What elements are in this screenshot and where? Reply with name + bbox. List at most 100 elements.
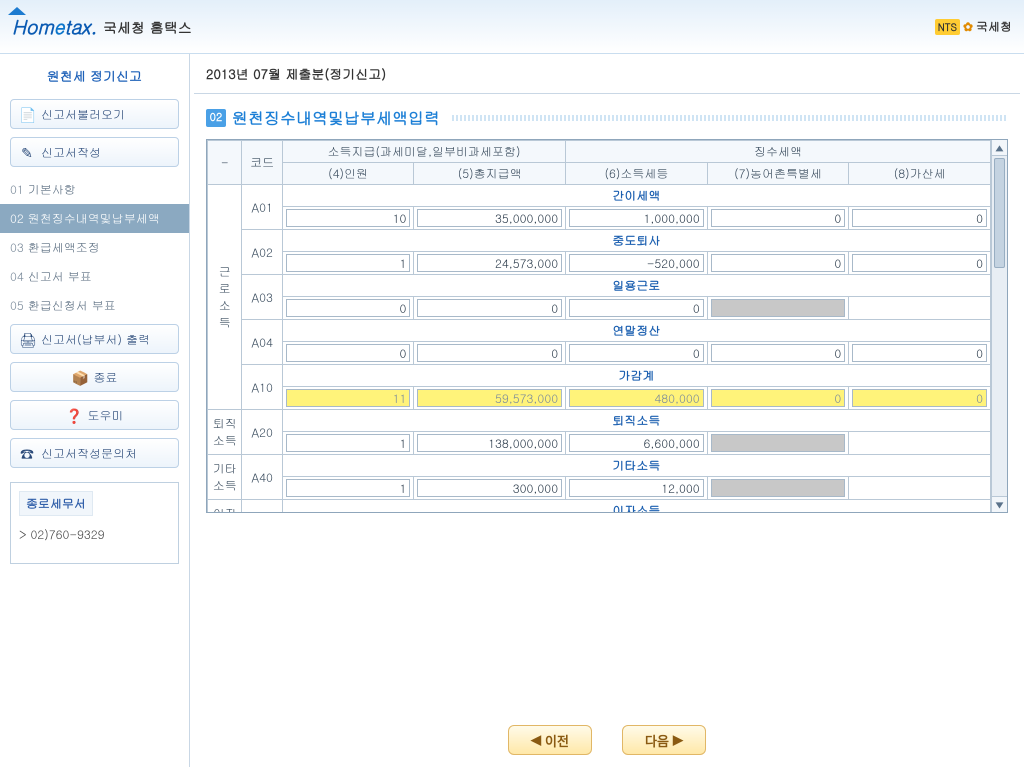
step-refund-attach[interactable]: 05 환급신청서 부표	[0, 291, 189, 320]
vertical-scrollbar[interactable]: ▲ ▼	[991, 140, 1007, 512]
col-persons: (4)인원	[282, 163, 414, 185]
wizard-nav: ◀ 이전 다음 ▶	[194, 725, 1020, 755]
grid-cell-input[interactable]	[286, 209, 411, 227]
grid-cell	[707, 477, 849, 500]
exit-icon: 📦	[72, 369, 88, 385]
code-cell: A50	[242, 500, 282, 513]
grid-cell	[414, 297, 566, 320]
grid-cell	[414, 387, 566, 410]
load-report-label: 신고서불러오기	[41, 106, 125, 123]
row-label: 간이세액	[282, 185, 990, 207]
printer-icon: 🖨	[19, 331, 35, 347]
grid-cell-input[interactable]	[286, 434, 411, 452]
write-report-button[interactable]: ✎ 신고서작성	[10, 137, 179, 167]
step-label: 환급세액조정	[28, 239, 100, 256]
grid-cell	[414, 207, 566, 230]
grid-cell	[707, 387, 849, 410]
grid-cell-input[interactable]	[286, 299, 411, 317]
grid-cell	[849, 252, 991, 275]
content-area: 02 원천징수내역및납부세액입력 - 코드 소득지급(과세미달,일부비과	[194, 93, 1020, 763]
scroll-thumb[interactable]	[994, 158, 1005, 268]
grid-cell-input[interactable]	[852, 209, 987, 227]
print-report-button[interactable]: 🖨 신고서(납부서) 출력	[10, 324, 179, 354]
grid-cell-input[interactable]	[569, 299, 704, 317]
grid-cell-input[interactable]	[417, 479, 562, 497]
grid-cell-input[interactable]	[569, 389, 704, 407]
grid-cell-input[interactable]	[569, 209, 704, 227]
grid-cell-input[interactable]	[711, 344, 846, 362]
grid-cell-input[interactable]	[417, 254, 562, 272]
grid-cell-input[interactable]	[569, 254, 704, 272]
prev-button[interactable]: ◀ 이전	[508, 725, 592, 755]
page-subtitle: 2013년 07월 제출분(정기신고)	[190, 54, 1024, 89]
sidebar-title: 원천세 정기신고	[0, 54, 189, 95]
grid-cell	[414, 477, 566, 500]
section-rule	[452, 115, 1008, 121]
row-label: 중도퇴사	[282, 230, 990, 252]
step-report-attach[interactable]: 04 신고서 부표	[0, 262, 189, 291]
grid-cell-input[interactable]	[711, 299, 846, 317]
row-label: 기타소득	[282, 455, 990, 477]
grid-cell-input[interactable]	[711, 389, 846, 407]
row-label: 일용근로	[282, 275, 990, 297]
step-label: 신고서 부표	[28, 268, 92, 285]
prev-label: 이전	[545, 731, 569, 750]
grid-cell-input[interactable]	[417, 389, 562, 407]
app-header: Hometax. 국세청 홈택스 NTS ✿ 국세청	[0, 0, 1024, 54]
grid-cell-input[interactable]	[417, 344, 562, 362]
chevron-left-icon: ◀	[531, 732, 541, 748]
grid-cell	[566, 207, 708, 230]
grid-cell	[566, 342, 708, 365]
grid-cell-input[interactable]	[417, 299, 562, 317]
section-title-text: 원천징수내역및납부세액입력	[232, 106, 440, 129]
grid-cell-input[interactable]	[286, 344, 411, 362]
grid-cell-input[interactable]	[286, 479, 411, 497]
scroll-up-arrow[interactable]: ▲	[992, 140, 1007, 156]
col-dash: -	[208, 141, 242, 185]
nts-label: 국세청	[976, 18, 1012, 35]
grid-cell	[282, 252, 414, 275]
col-pay-group: 소득지급(과세미달,일부비과세포함)	[282, 141, 565, 163]
grid-cell	[849, 432, 991, 455]
scroll-down-arrow[interactable]: ▼	[992, 496, 1007, 512]
grid-cell-input[interactable]	[569, 434, 704, 452]
grid-cell	[707, 297, 849, 320]
contact-label: 신고서작성문의처	[41, 445, 137, 462]
grid-cell-input[interactable]	[286, 389, 411, 407]
grid-cell-input[interactable]	[417, 434, 562, 452]
grid-cell-input[interactable]	[417, 209, 562, 227]
exit-label: 종료	[94, 369, 118, 386]
grid-cell-input[interactable]	[711, 479, 846, 497]
grid-cell	[707, 432, 849, 455]
grid-cell-input[interactable]	[569, 344, 704, 362]
next-button[interactable]: 다음 ▶	[622, 725, 706, 755]
grid-cell-input[interactable]	[569, 479, 704, 497]
step-label: 원천징수내역및납부세액	[28, 210, 160, 227]
help-button[interactable]: ❓ 도우미	[10, 400, 179, 430]
grid-cell-input[interactable]	[711, 254, 846, 272]
step-withholding[interactable]: 02 원천징수내역및납부세액	[0, 204, 189, 233]
load-report-button[interactable]: 📄 신고서불러오기	[10, 99, 179, 129]
grid-cell	[566, 477, 708, 500]
withholding-table: - 코드 소득지급(과세미달,일부비과세포함) 징수세액 (4)인원 (5)총지…	[207, 140, 991, 512]
grid-cell-input[interactable]	[852, 344, 987, 362]
logo: Hometax. 국세청 홈택스	[12, 13, 192, 40]
tax-office-phone: > 02)760-9329	[19, 526, 170, 543]
step-basic[interactable]: 01 기본사항	[0, 175, 189, 204]
grid-cell-input[interactable]	[286, 254, 411, 272]
code-cell: A03	[242, 275, 282, 320]
section-header: 02 원천징수내역및납부세액입력	[206, 106, 1008, 129]
grid-cell-input[interactable]	[852, 389, 987, 407]
grid-cell-input[interactable]	[711, 209, 846, 227]
col-rural-tax: (7)농어촌특별세	[707, 163, 849, 185]
phone-icon: ☎	[19, 445, 35, 461]
exit-button[interactable]: 📦 종료	[10, 362, 179, 392]
row-label: 퇴직소득	[282, 410, 990, 432]
grid-cell-input[interactable]	[852, 254, 987, 272]
grid-cell	[414, 432, 566, 455]
grid-cell-input[interactable]	[711, 434, 846, 452]
category-interest: 이자 소득	[208, 500, 242, 513]
contact-button[interactable]: ☎ 신고서작성문의처	[10, 438, 179, 468]
nts-badge: NTS ✿ 국세청	[935, 18, 1012, 35]
step-refund-adjust[interactable]: 03 환급세액조정	[0, 233, 189, 262]
